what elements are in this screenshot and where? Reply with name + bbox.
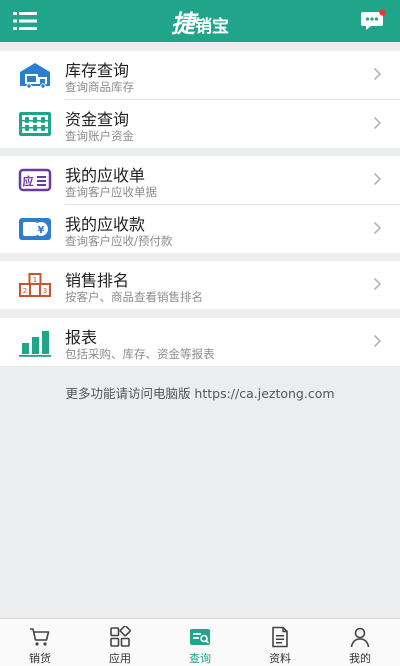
tab-label: 资料 <box>269 652 291 665</box>
menu-item-subtitle: 查询商品库存 <box>65 80 134 94</box>
chevron-right-icon <box>373 277 382 291</box>
chevron-right-icon <box>373 221 382 235</box>
apps-grid-icon <box>110 626 131 647</box>
tab-sales[interactable]: 销货 <box>0 619 80 666</box>
menu-group-reports: 报表 包括采购、库存、资金等报表 <box>0 318 400 366</box>
menu-item-funds-query[interactable]: 资金查询 查询账户资金 <box>0 100 400 148</box>
menu-item-title: 资金查询 <box>65 110 130 129</box>
chat-bubble-icon[interactable] <box>360 9 386 33</box>
ranking-podium-icon: 1 2 3 <box>19 273 51 297</box>
wallet-yen-icon: ¥ <box>19 218 51 240</box>
tab-label: 查询 <box>189 652 211 665</box>
app-header: 捷 销宝 <box>0 0 400 42</box>
desktop-version-note: 更多功能请访问电脑版 https://ca.jeztong.com <box>65 386 335 401</box>
abacus-icon <box>19 112 51 136</box>
query-search-icon <box>190 629 210 645</box>
bottom-tab-bar: 销货 应用 查询 资料 我的 <box>0 618 400 666</box>
brand-text: 销宝 <box>195 16 229 37</box>
brand-mark: 捷 <box>171 8 195 38</box>
podium-first-label: 1 <box>33 276 37 284</box>
menu-item-subtitle: 查询客户应收/预付款 <box>65 234 173 248</box>
chevron-right-icon <box>373 67 382 81</box>
tab-label: 我的 <box>349 652 371 665</box>
hamburger-menu-icon[interactable] <box>13 12 37 30</box>
tab-query[interactable]: 查询 <box>160 619 240 666</box>
menu-item-sales-ranking[interactable]: 1 2 3 销售排名 按客户、商品查看销售排名 <box>0 261 400 309</box>
menu-item-subtitle: 查询账户资金 <box>65 129 134 143</box>
menu-item-title: 报表 <box>65 328 98 347</box>
chevron-right-icon <box>373 334 382 348</box>
menu-item-reports[interactable]: 报表 包括采购、库存、资金等报表 <box>0 318 400 366</box>
bar-chart-icon <box>19 331 51 357</box>
menu-item-title: 我的应收款 <box>65 215 146 234</box>
tab-label: 销货 <box>29 652 51 665</box>
chevron-right-icon <box>373 116 382 130</box>
menu-item-subtitle: 包括采购、库存、资金等报表 <box>65 347 215 361</box>
tab-label: 应用 <box>109 652 131 665</box>
warehouse-truck-icon <box>20 63 50 89</box>
brand-logo: 捷 销宝 <box>171 4 229 39</box>
person-icon <box>350 627 370 648</box>
chevron-right-icon <box>373 172 382 186</box>
menu-item-title: 我的应收单 <box>65 166 146 185</box>
yen-badge-glyph: ¥ <box>38 225 45 236</box>
menu-item-title: 销售排名 <box>65 271 130 290</box>
tab-apps[interactable]: 应用 <box>80 619 160 666</box>
tab-me[interactable]: 我的 <box>320 619 400 666</box>
menu-item-subtitle: 查询客户应收单据 <box>65 185 157 199</box>
menu-item-subtitle: 按客户、商品查看销售排名 <box>65 290 203 304</box>
menu-item-title: 库存查询 <box>65 61 130 80</box>
menu-item-inventory-query[interactable]: 库存查询 查询商品库存 <box>0 51 400 99</box>
podium-third-label: 3 <box>43 287 47 295</box>
menu-item-my-receivable-orders[interactable]: 应 我的应收单 查询客户应收单据 <box>0 156 400 204</box>
menu-item-my-receivable-payments[interactable]: ¥ 我的应收款 查询客户应收/预付款 <box>0 205 400 253</box>
notification-dot <box>379 9 386 16</box>
receivable-badge-glyph: 应 <box>23 174 34 188</box>
podium-second-label: 2 <box>23 287 27 295</box>
document-icon <box>272 626 288 648</box>
receivable-document-icon: 应 <box>18 168 52 192</box>
cart-icon <box>30 628 50 646</box>
menu-group-sales: 1 2 3 销售排名 按客户、商品查看销售排名 <box>0 261 400 309</box>
tab-data[interactable]: 资料 <box>240 619 320 666</box>
menu-group-inventory-funds: 库存查询 查询商品库存 资金查询 查询账户资金 <box>0 51 400 148</box>
menu-group-receivables: 应 我的应收单 查询客户应收单据 ¥ 我的应收款 查询客户应收/预付款 <box>0 156 400 253</box>
